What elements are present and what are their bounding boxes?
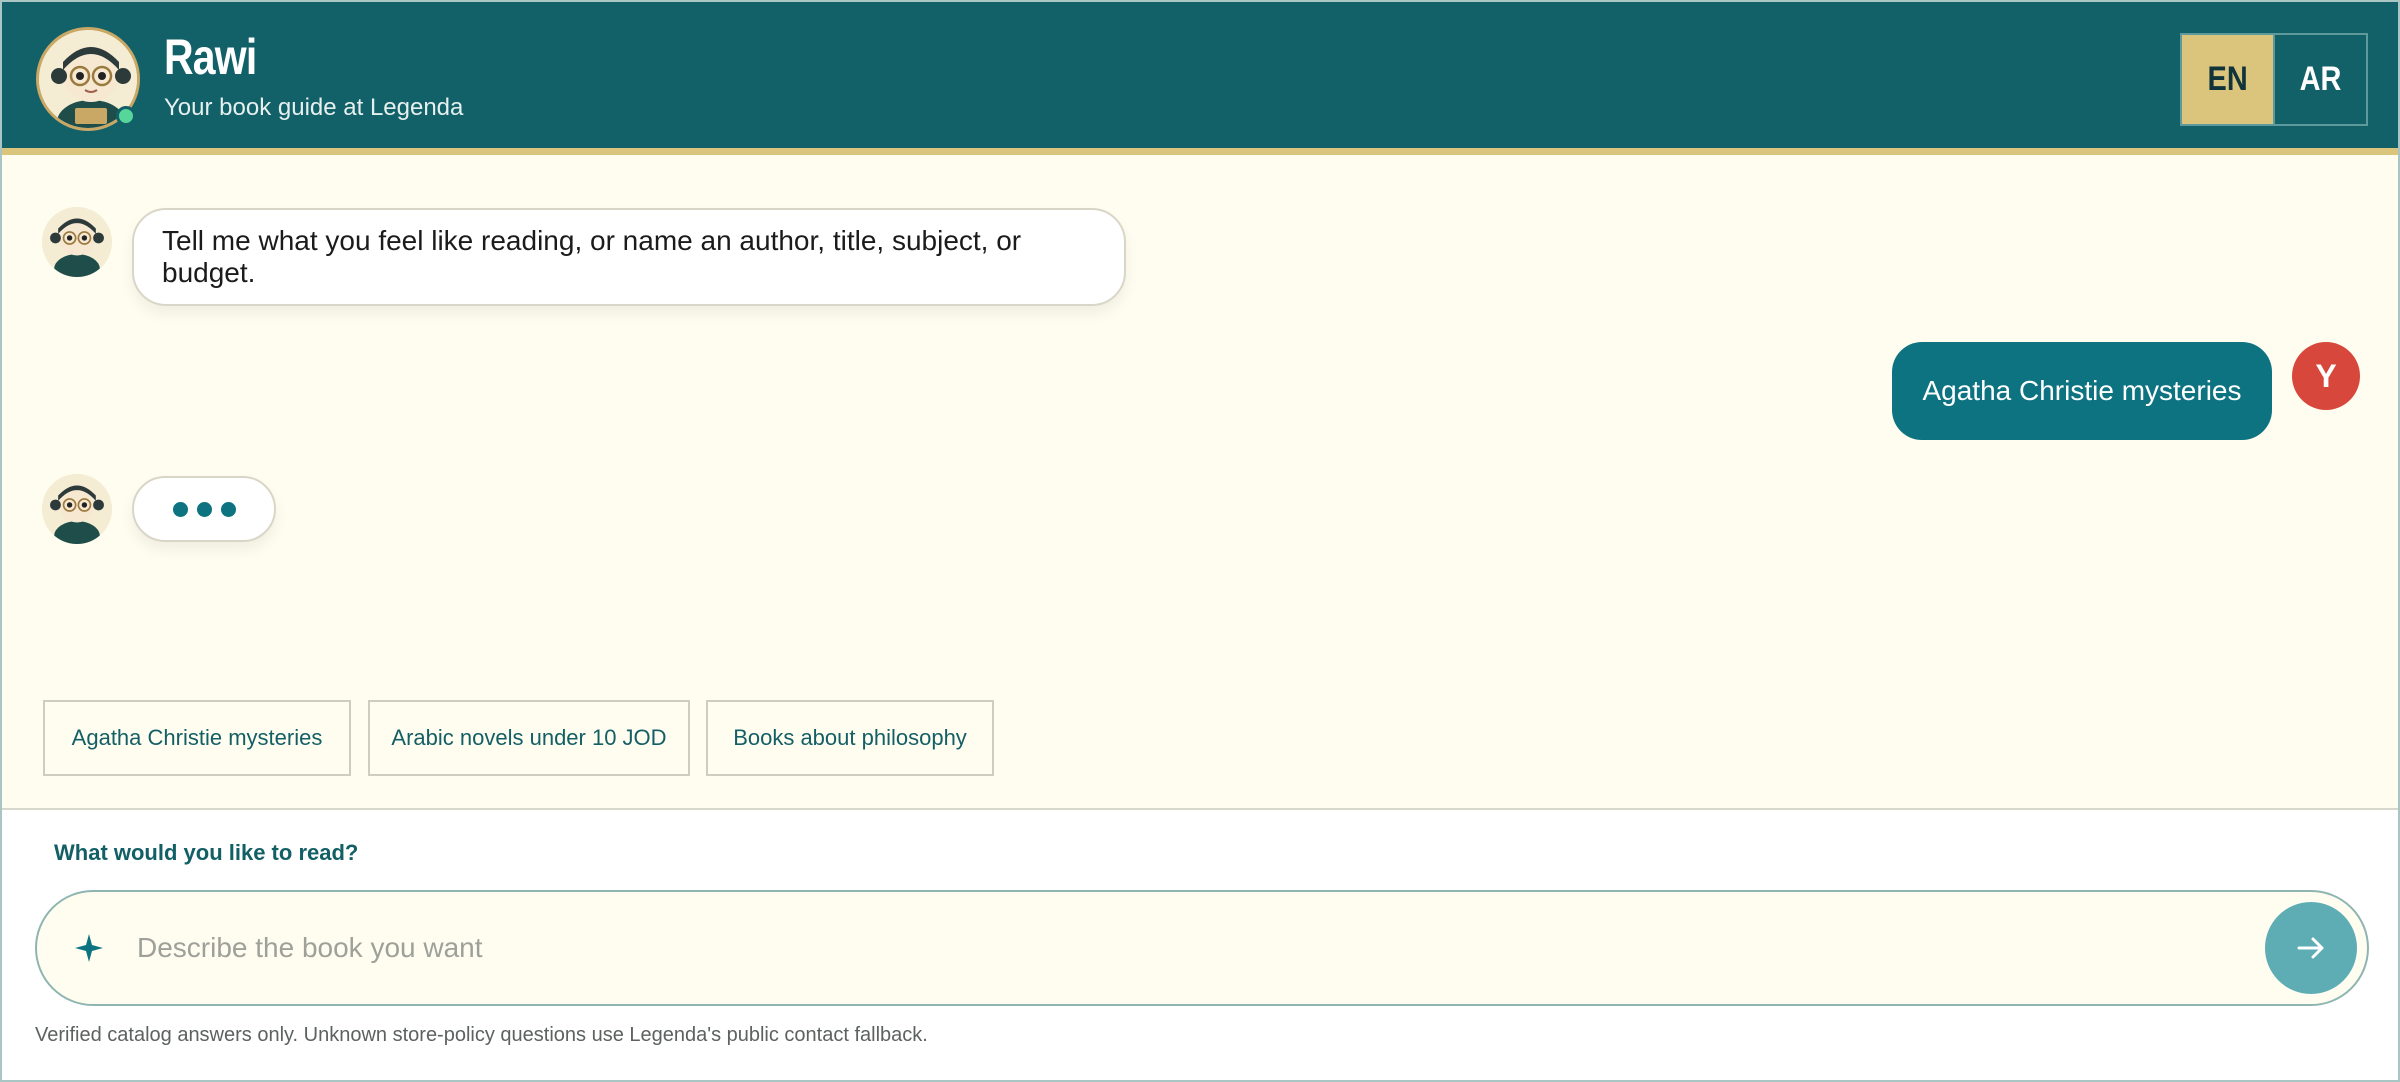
suggestion-chip[interactable]: Agatha Christie mysteries <box>43 700 351 776</box>
message-input-wrapper <box>35 890 2369 1006</box>
sparkle-icon <box>75 934 103 962</box>
language-toggle: EN AR <box>2180 33 2368 126</box>
user-message: Agatha Christie mysteries <box>1892 342 2272 440</box>
language-en-button[interactable]: EN <box>2182 35 2273 124</box>
suggestion-chip[interactable]: Arabic novels under 10 JOD <box>368 700 690 776</box>
suggestion-chip[interactable]: Books about philosophy <box>706 700 994 776</box>
bot-avatar <box>42 207 112 277</box>
language-ar-button[interactable]: AR <box>2273 35 2366 124</box>
bot-avatar <box>42 474 112 544</box>
composer: What would you like to read? Verified ca… <box>2 808 2398 1080</box>
assistant-tagline: Your book guide at Legenda <box>164 94 464 121</box>
disclaimer-text: Verified catalog answers only. Unknown s… <box>35 1024 928 1046</box>
user-avatar: Y <box>2292 342 2360 410</box>
assistant-message: Tell me what you feel like reading, or n… <box>132 208 1126 306</box>
chat-widget: Rawi Your book guide at Legenda EN AR Te… <box>0 0 2400 1082</box>
typing-dot <box>196 501 212 517</box>
send-button[interactable] <box>2265 902 2357 994</box>
composer-label: What would you like to read? <box>54 840 359 865</box>
online-status-indicator <box>116 106 136 126</box>
arrow-right-icon <box>2297 937 2324 959</box>
language-ar-label: AR <box>2299 60 2342 98</box>
typing-dot <box>172 501 188 517</box>
message-input[interactable] <box>137 910 2237 986</box>
chat-header: Rawi Your book guide at Legenda EN AR <box>2 2 2398 155</box>
assistant-name: Rawi <box>164 29 257 85</box>
language-en-label: EN <box>2207 60 2248 98</box>
typing-dot <box>220 501 236 517</box>
typing-indicator <box>132 476 276 542</box>
